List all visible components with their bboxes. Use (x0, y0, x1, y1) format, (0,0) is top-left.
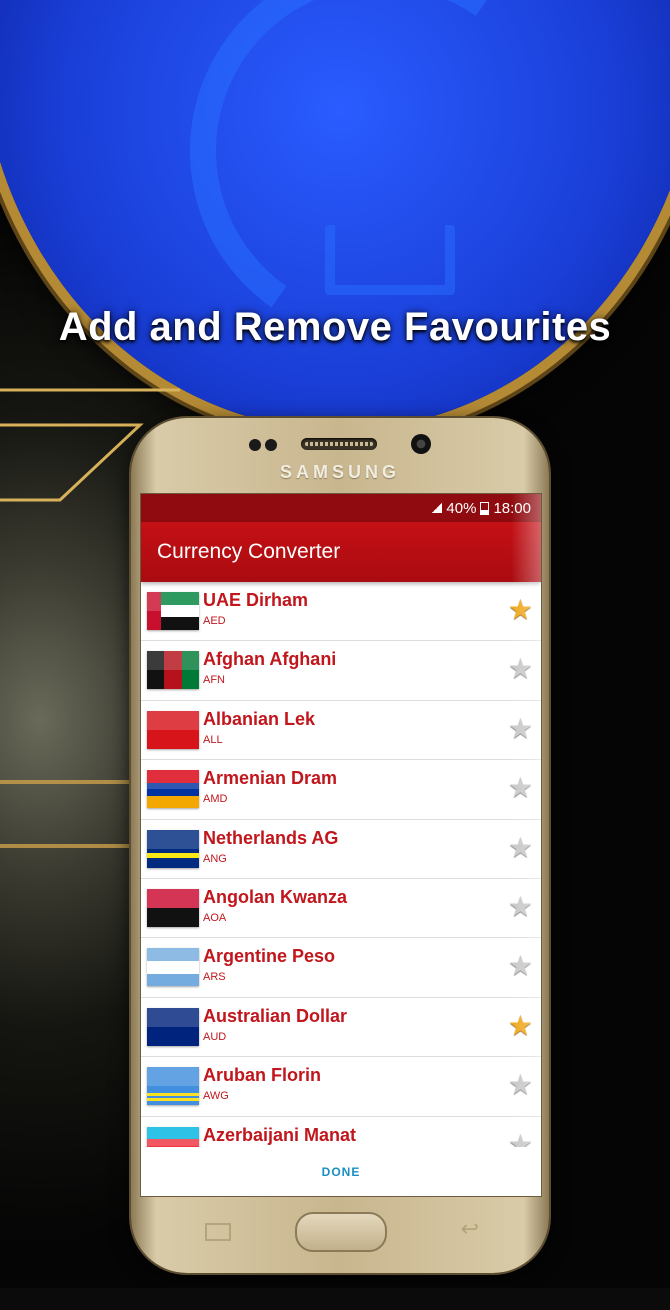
signal-icon (432, 503, 443, 513)
favourite-star-icon[interactable]: ★ (508, 1071, 533, 1099)
favourite-star-icon[interactable]: ★ (508, 833, 533, 862)
footer-bar: DONE (141, 1147, 541, 1196)
currency-row[interactable]: Armenian Dram AMD ★ (141, 760, 541, 820)
flag-icon (147, 1067, 199, 1106)
currency-name: Netherlands AG (203, 827, 339, 848)
phone-brand: SAMSUNG (279, 462, 400, 482)
currency-name: UAE Dirham (203, 590, 309, 610)
currency-name: Angolan Kwanza (203, 886, 348, 907)
status-time: 18:00 (493, 499, 531, 517)
app-bar: Currency Converter (141, 522, 541, 582)
favourite-star-icon[interactable]: ★ (508, 655, 533, 683)
flag-icon (147, 1007, 199, 1046)
done-button[interactable]: DONE (322, 1165, 361, 1179)
favourite-star-icon[interactable]: ★ (508, 714, 533, 743)
currency-row[interactable]: Azerbaijani ManatAZN★ (141, 1117, 541, 1147)
battery-percent: 40% (446, 499, 477, 517)
phone-bottom-bezel: ↩ (131, 1198, 549, 1273)
promo-stage: Add and Remove Favourites SAMSUNG 40% 18… (0, 0, 670, 1310)
currency-name: Armenian Dram (203, 768, 338, 789)
currency-name: Australian Dollar (203, 1005, 348, 1026)
phone-frame: SAMSUNG 40% 18:00 Currency Converter UAE… (131, 418, 549, 1273)
flag-icon (147, 770, 199, 809)
favourite-star-icon[interactable]: ★ (508, 1130, 533, 1147)
front-camera-icon (411, 434, 431, 454)
favourite-star-icon[interactable]: ★ (508, 1011, 533, 1040)
flag-icon (147, 592, 199, 630)
recent-apps-icon[interactable] (205, 1223, 231, 1241)
bottom-border (0, 1288, 670, 1310)
flag-icon (147, 1126, 199, 1147)
app-logo-watermark-base (325, 225, 455, 295)
currency-code: AFN (203, 674, 225, 687)
currency-code: AWG (203, 1090, 229, 1103)
currency-code: AOA (203, 911, 227, 924)
phone-screen: 40% 18:00 Currency Converter UAE Dirham A… (140, 493, 542, 1197)
currency-name: Argentine Peso (203, 946, 336, 967)
currency-list[interactable]: UAE Dirham AED ★ Afghan Afghani AFN ★ Albanian… (141, 582, 541, 1147)
currency-row[interactable]: Aruban Florin AWG ★ (141, 1057, 541, 1117)
currency-row[interactable]: Angolan Kwanza AOA ★ (141, 879, 541, 939)
currency-name: Aruban Florin (203, 1065, 321, 1086)
currency-row[interactable]: Albanian Lek ALL ★ (141, 701, 541, 761)
battery-icon (480, 501, 490, 515)
currency-code: AUD (203, 1030, 227, 1043)
currency-name: Afghan Afghani (203, 649, 337, 670)
back-icon[interactable]: ↩ (461, 1216, 479, 1242)
favourite-star-icon[interactable]: ★ (508, 952, 533, 980)
favourite-star-icon[interactable]: ★ (508, 892, 533, 921)
phone-top-bezel: SAMSUNG (131, 418, 549, 498)
currency-code: AED (203, 615, 226, 627)
home-button[interactable] (295, 1212, 387, 1252)
flag-icon (147, 888, 199, 927)
flag-icon (147, 948, 199, 987)
promo-headline: Add and Remove Favourites (58, 305, 612, 349)
flag-icon (147, 710, 199, 749)
currency-row[interactable]: Netherlands AG ANG ★ (141, 820, 541, 879)
currency-name: Azerbaijani Manat (203, 1124, 357, 1145)
currency-code: ANG (203, 852, 227, 865)
app-title: Currency Converter (157, 540, 341, 563)
flag-icon (147, 829, 199, 868)
sensor-dots (249, 438, 283, 452)
earpiece-speaker (301, 438, 377, 450)
favourite-star-icon[interactable]: ★ (508, 596, 533, 624)
currency-row[interactable]: Argentine Peso ARS ★ (141, 938, 541, 998)
currency-code: ARS (203, 971, 226, 984)
flag-icon (147, 651, 199, 690)
currency-code: ALL (203, 733, 223, 746)
currency-row[interactable]: Australian Dollar AUD ★ (141, 998, 541, 1058)
currency-name: Albanian Lek (203, 708, 316, 729)
currency-row[interactable]: Afghan Afghani AFN ★ (141, 641, 541, 701)
currency-row[interactable]: UAE Dirham AED ★ (141, 582, 541, 642)
currency-code: AMD (203, 793, 228, 806)
status-bar: 40% 18:00 (141, 494, 541, 522)
favourite-star-icon[interactable]: ★ (508, 774, 533, 802)
